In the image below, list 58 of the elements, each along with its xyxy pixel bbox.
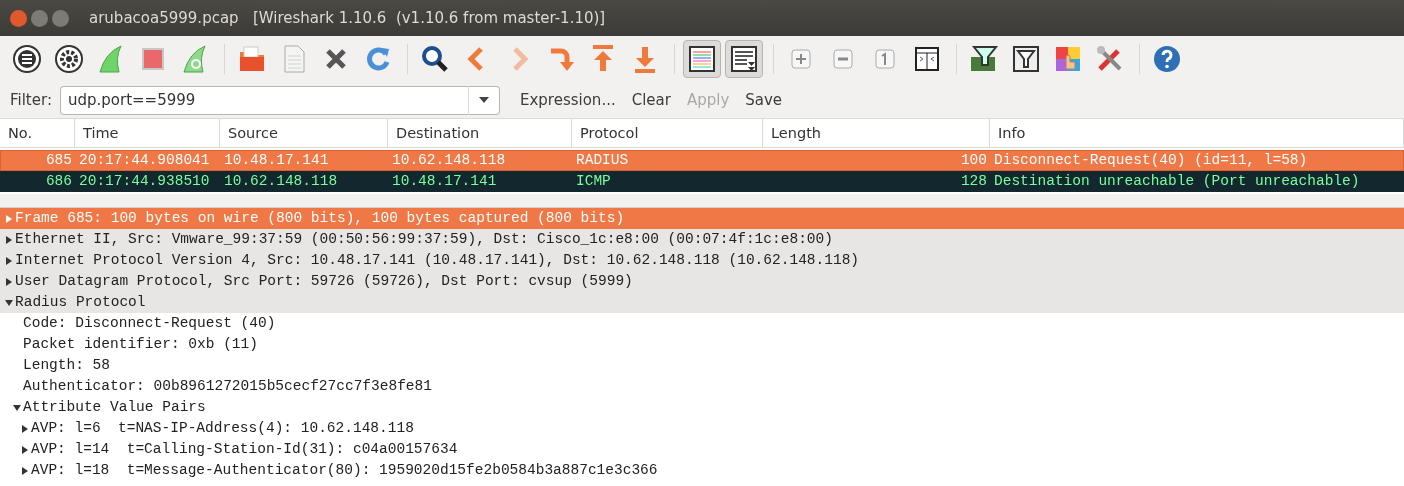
table-cell-text: 20:17:44.938510	[78, 172, 211, 191]
funnel-icon	[1010, 43, 1042, 75]
settings-icon	[53, 43, 85, 75]
collapse-arrow-icon[interactable]	[12, 402, 22, 413]
table-cell-text: 686	[44, 172, 73, 191]
tree-item[interactable]: AVP: l=18 t=Message-Authenticator(80): 1959020d15fe2b0584b3a887c1e3c366	[31, 460, 658, 481]
packet-row[interactable]: 686 20:17:44.938510 10.62.148.118 10.48.17.141 ICMP 128 Destination unreachable (Port unreachable)	[0, 171, 1404, 192]
toolbar-button[interactable]	[683, 40, 721, 78]
window-title: arubacoa5999.pcap [Wireshark 1.10.6 (v1.10.6 from master-1.10)]	[89, 7, 606, 29]
filter-action-button[interactable]: Save	[737, 88, 791, 112]
tree-item[interactable]: Code: Disconnect-Request (40)	[23, 313, 276, 334]
collapse-arrow-icon[interactable]	[4, 297, 14, 308]
colored-lines-icon	[686, 43, 718, 75]
filter-label: Filter:	[10, 89, 52, 111]
column-header[interactable]: Destination	[388, 119, 572, 147]
tree-item[interactable]: Authenticator: 00b8961272015b5cecf27cc7f3e8fe81	[23, 376, 432, 397]
caret-icon	[478, 97, 489, 103]
help-icon	[1151, 43, 1183, 75]
expand-arrow-icon[interactable]	[4, 234, 14, 245]
table-cell-text: RADIUS	[575, 151, 630, 170]
expand-arrow-icon[interactable]	[4, 255, 14, 266]
minimize-button[interactable]	[31, 9, 48, 27]
table-cell-text: Disconnect-Request(40) (id=11, l=58)	[993, 151, 1309, 170]
expand-arrow-icon[interactable]	[20, 423, 30, 434]
table-cell-text: 685	[44, 151, 73, 170]
tree-item[interactable]: Radius Protocol	[15, 292, 146, 313]
list-scroll-icon	[728, 43, 760, 75]
column-header[interactable]: No.	[0, 119, 75, 147]
tree-item[interactable]: AVP: l=14 t=Calling-Station-Id(31): c04a00157634	[31, 439, 458, 460]
column-header[interactable]: Length	[763, 119, 990, 147]
maximize-button[interactable]	[52, 9, 69, 27]
tree-item[interactable]: Packet identifier: 0xb (11)	[23, 334, 258, 355]
table-cell-text: 100	[959, 151, 988, 170]
tree-item[interactable]: AVP: l=6 t=NAS-IP-Address(4): 10.62.148.118	[31, 418, 414, 439]
filter-action-button[interactable]: Clear	[623, 88, 679, 112]
expand-arrow-icon[interactable]	[20, 465, 30, 476]
expand-arrow-icon[interactable]	[4, 276, 14, 287]
table-cell-text: Destination unreachable (Port unreachable)	[993, 172, 1361, 191]
column-header[interactable]: Info	[990, 119, 1404, 147]
tree-item[interactable]: Attribute Value Pairs	[23, 397, 206, 418]
table-cell-text: 10.48.17.141	[223, 151, 330, 170]
table-cell-text: 20:17:44.908041	[78, 151, 211, 170]
table-cell-text: 10.48.17.141	[391, 172, 498, 191]
tree-item[interactable]: Length: 58	[23, 355, 110, 376]
filter-field[interactable]: udp.port==5999	[59, 85, 468, 115]
table-cell-text: 10.62.148.118	[223, 172, 339, 191]
table-cell-text: ICMP	[575, 172, 612, 191]
column-header[interactable]: Source	[220, 119, 388, 147]
filter-action-button[interactable]: Expression...	[511, 88, 624, 112]
column-header[interactable]: Time	[75, 119, 220, 147]
toolbar-button[interactable]	[725, 40, 763, 78]
expand-arrow-icon[interactable]	[20, 444, 30, 455]
dropdown-button[interactable]	[467, 85, 500, 115]
table-cell-text: 128	[959, 172, 988, 191]
close-button[interactable]	[10, 9, 27, 27]
column-header[interactable]: Protocol	[572, 119, 763, 147]
interfaces-icon	[11, 43, 43, 75]
table-cell-text: 10.62.148.118	[391, 151, 507, 170]
